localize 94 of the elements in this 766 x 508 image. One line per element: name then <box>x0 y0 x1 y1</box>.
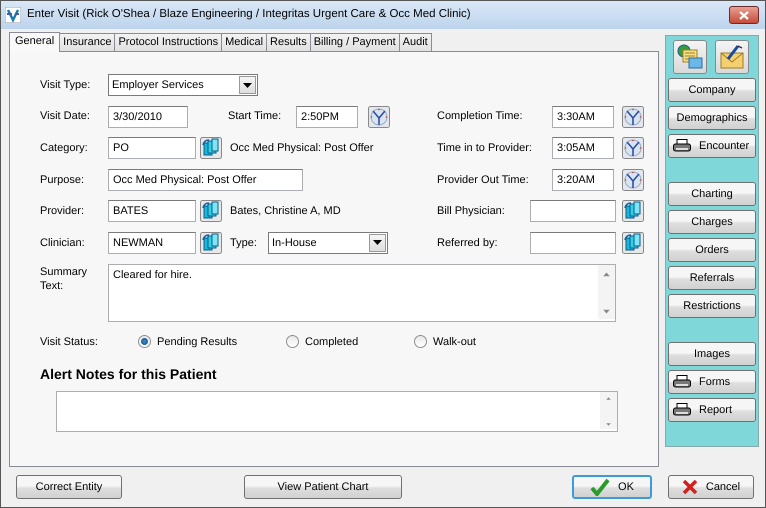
sidebar-button[interactable]: Demographics <box>668 106 756 130</box>
input-field[interactable]: NEWMAN <box>108 232 196 254</box>
dropdown-field[interactable]: Employer Services <box>108 74 258 96</box>
radio-label: Completed <box>305 334 358 350</box>
scroll-up-icon[interactable] <box>606 397 611 400</box>
documents-icon <box>676 43 704 71</box>
clock-button[interactable] <box>622 106 644 128</box>
alert-notes-field[interactable] <box>56 391 618 432</box>
scroll-up-icon[interactable] <box>603 272 610 276</box>
field-label: Category: <box>40 140 89 156</box>
description-text: Occ Med Physical: Post Offer <box>230 140 374 156</box>
printer-icon <box>673 375 691 389</box>
tab[interactable]: Medical <box>221 33 268 51</box>
field-label: Bill Physician: <box>437 204 506 220</box>
document-button[interactable] <box>673 40 707 74</box>
summary-field[interactable]: Cleared for hire. <box>108 264 616 322</box>
lookup-button[interactable] <box>622 232 644 254</box>
input-field[interactable] <box>530 232 616 254</box>
caret-icon <box>373 240 382 246</box>
input-field[interactable]: PO <box>108 137 196 160</box>
sidebar-button[interactable]: Encounter <box>668 134 756 158</box>
scroll-down-icon[interactable] <box>606 423 611 426</box>
tab[interactable]: Results <box>266 33 311 51</box>
caret-icon <box>243 82 252 88</box>
summary-text: Cleared for hire. <box>113 268 192 283</box>
field-label: Clinician: <box>40 236 86 251</box>
app-icon <box>5 7 21 23</box>
mail-button[interactable] <box>715 40 749 74</box>
scrollbar[interactable] <box>598 264 615 319</box>
field-label: Summary Text: <box>40 264 88 294</box>
input-field[interactable]: 3:30AM <box>552 106 614 128</box>
clock-button[interactable] <box>368 106 390 128</box>
radio-button[interactable] <box>414 335 427 348</box>
radio-label: Pending Results <box>157 334 238 350</box>
clock-button[interactable] <box>622 168 644 191</box>
cross-icon <box>682 479 698 495</box>
field-label: Provider Out Time: <box>437 172 530 188</box>
field-label: Completion Time: <box>437 109 524 124</box>
sidebar-button[interactable]: Images <box>668 342 756 366</box>
sidebar-button[interactable]: Charges <box>668 210 756 234</box>
tab[interactable]: Protocol Instructions <box>114 33 222 51</box>
radio-button[interactable] <box>286 335 299 348</box>
sidebar-button[interactable]: Report <box>668 398 756 422</box>
lookup-button[interactable] <box>200 232 222 254</box>
input-field[interactable]: 3/30/2010 <box>108 106 188 128</box>
dropdown-field[interactable]: In-House <box>268 232 388 254</box>
lookup-button[interactable] <box>200 200 222 222</box>
tab[interactable]: Billing / Payment <box>310 33 400 51</box>
input-field[interactable]: BATES <box>108 200 196 222</box>
field-label: Visit Date: <box>40 109 91 124</box>
field-label: Type: <box>230 236 258 251</box>
field-label: Visit Status: <box>40 334 99 350</box>
section-heading: Alert Notes for this Patient <box>40 365 217 384</box>
lookup-button[interactable] <box>622 200 644 222</box>
tab[interactable]: Audit <box>398 33 432 51</box>
dialog-button[interactable]: View Patient Chart <box>244 475 402 499</box>
field-label: Time in to Provider: <box>437 140 533 156</box>
sidebar-button[interactable]: Referrals <box>668 266 756 290</box>
dropdown-arrow-button[interactable] <box>239 76 256 94</box>
printer-icon <box>673 403 691 417</box>
input-field[interactable]: 3:05AM <box>552 137 614 160</box>
field-label: Purpose: <box>40 172 86 188</box>
tab[interactable]: General <box>9 32 60 52</box>
input-field[interactable]: 2:50PM <box>296 106 358 128</box>
radio-button[interactable] <box>138 335 151 348</box>
input-field[interactable] <box>530 200 616 222</box>
close-icon <box>739 10 749 20</box>
input-field[interactable]: 3:20AM <box>552 168 614 191</box>
checkmark-icon <box>590 478 610 496</box>
tab[interactable]: Insurance <box>59 33 116 51</box>
sidebar-button[interactable]: Company <box>668 78 756 102</box>
sidebar-button[interactable]: Restrictions <box>668 294 756 318</box>
dialog-button[interactable]: Correct Entity <box>16 475 122 499</box>
dialog-button[interactable]: Cancel <box>668 475 754 499</box>
description-text: Bates, Christine A, MD <box>230 204 341 220</box>
envelope-icon <box>718 43 746 71</box>
lookup-button[interactable] <box>200 137 222 160</box>
scrollbar[interactable] <box>600 392 617 430</box>
clock-button[interactable] <box>622 137 644 160</box>
dropdown-arrow-button[interactable] <box>369 234 386 252</box>
close-button[interactable] <box>729 6 759 24</box>
field-label: Referred by: <box>437 236 499 251</box>
field-label: Start Time: <box>228 109 282 124</box>
dialog-button[interactable]: OK <box>572 475 652 499</box>
sidebar-button[interactable]: Orders <box>668 238 756 262</box>
scroll-down-icon[interactable] <box>603 309 610 314</box>
printer-icon <box>673 139 691 153</box>
field-label: Provider: <box>40 204 86 220</box>
radio-label: Walk-out <box>433 334 476 350</box>
sidebar-button[interactable]: Charting <box>668 182 756 206</box>
input-field[interactable]: Occ Med Physical: Post Offer <box>108 168 303 191</box>
sidebar-button[interactable]: Forms <box>668 370 756 394</box>
window-title: Enter Visit (Rick O'Shea / Blaze Engineering / Integritas Urgent Care & Occ Med Clinic) <box>27 7 471 22</box>
field-label: Visit Type: <box>40 78 92 93</box>
